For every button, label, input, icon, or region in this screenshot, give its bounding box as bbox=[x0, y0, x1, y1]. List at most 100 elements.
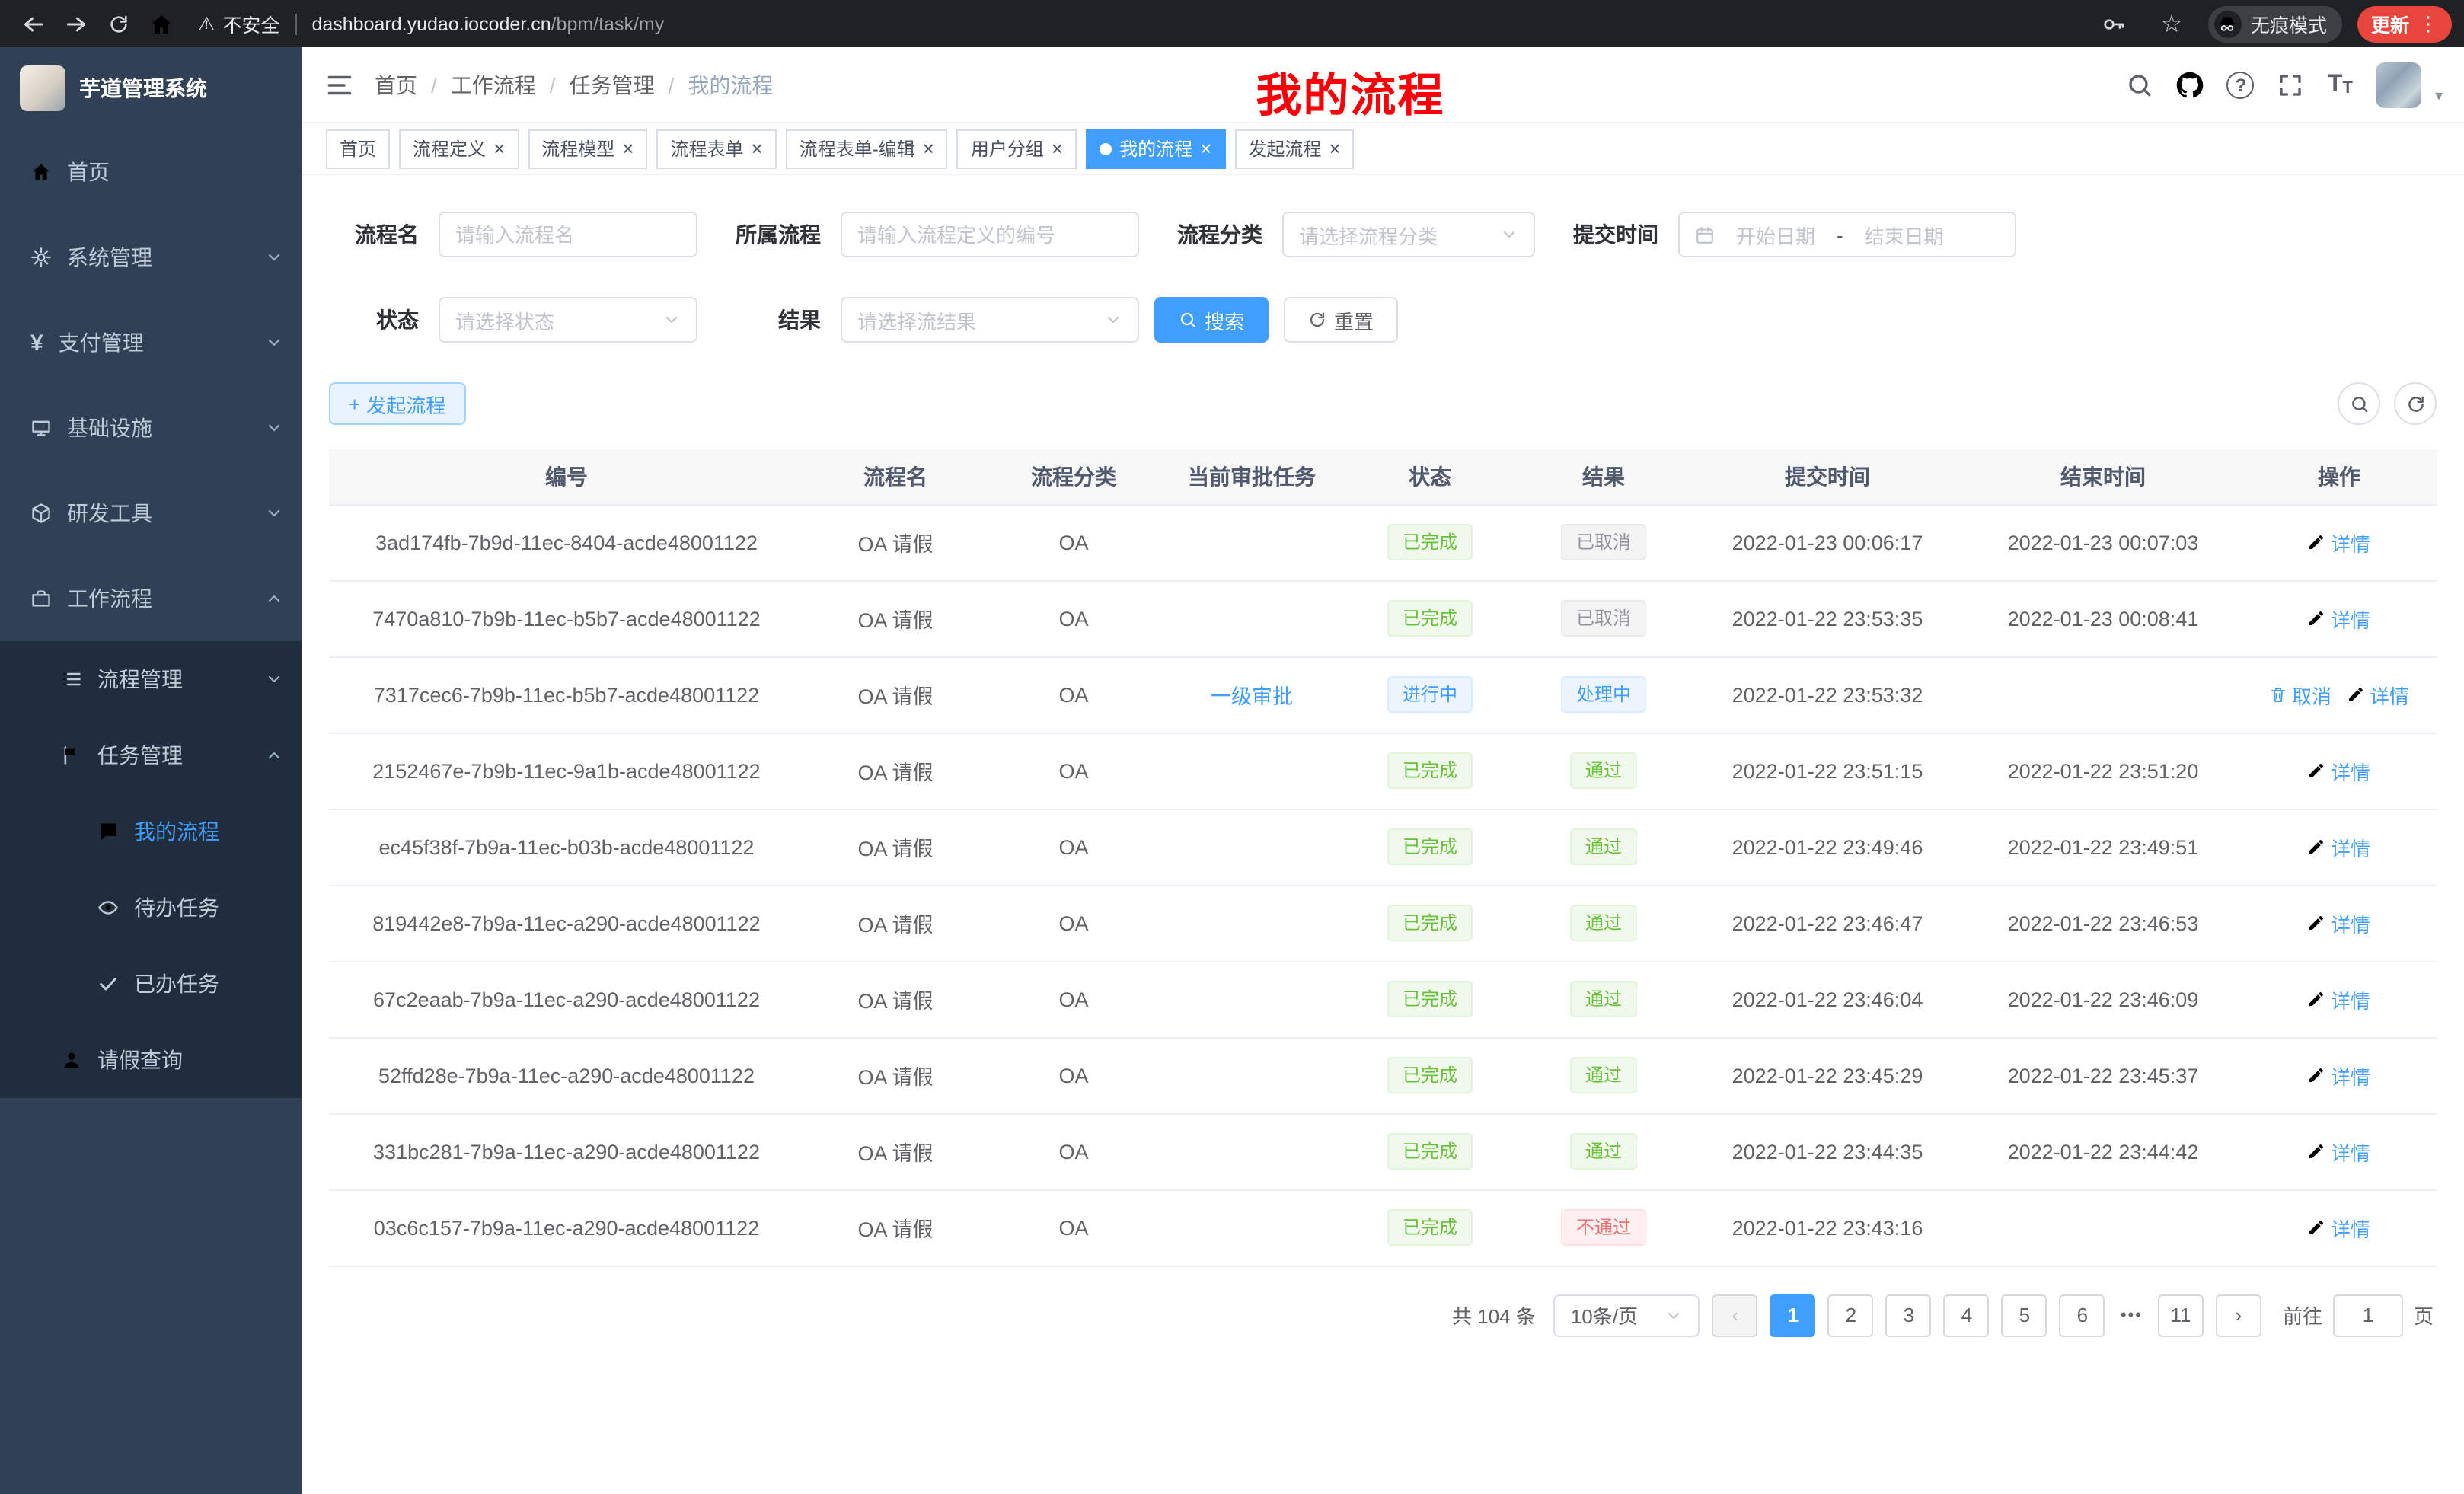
detail-link[interactable]: 详情 bbox=[2308, 756, 2370, 785]
security-indicator[interactable]: ⚠ 不安全 bbox=[198, 9, 279, 38]
breadcrumb-task-mgmt[interactable]: 任务管理 bbox=[570, 69, 655, 100]
current-task-link[interactable]: 一级审批 bbox=[1211, 685, 1293, 708]
browser-back-button[interactable] bbox=[12, 2, 55, 45]
fullscreen-icon[interactable] bbox=[2277, 71, 2305, 98]
incognito-icon bbox=[2214, 10, 2242, 37]
detail-link[interactable]: 详情 bbox=[2308, 1213, 2370, 1242]
tab-start-process[interactable]: 发起流程× bbox=[1234, 129, 1354, 168]
page-button-11[interactable]: 11 bbox=[2158, 1294, 2204, 1336]
sidebar-item-done-tasks[interactable]: 已办任务 bbox=[0, 946, 302, 1022]
sidebar-item-payment[interactable]: ¥ 支付管理 bbox=[0, 300, 302, 385]
status-select[interactable]: 请选择状态 bbox=[439, 297, 697, 343]
tab-home[interactable]: 首页 bbox=[326, 129, 390, 168]
browser-menu-icon[interactable]: ⋮ bbox=[2418, 11, 2438, 36]
bookmark-star-icon[interactable]: ☆ bbox=[2150, 2, 2193, 45]
cancel-link[interactable]: 取消 bbox=[2269, 680, 2332, 709]
tab-process-model[interactable]: 流程模型× bbox=[528, 129, 647, 168]
tab-my-process[interactable]: 我的流程× bbox=[1086, 129, 1225, 168]
search-icon[interactable] bbox=[2127, 71, 2154, 98]
detail-link[interactable]: 详情 bbox=[2308, 985, 2370, 1014]
tab-process-form[interactable]: 流程表单× bbox=[656, 129, 776, 168]
detail-link[interactable]: 详情 bbox=[2347, 680, 2409, 709]
sidebar-item-devtools[interactable]: 研发工具 bbox=[0, 471, 302, 556]
end-date-input[interactable]: 结束日期 bbox=[1856, 220, 1953, 249]
detail-link[interactable]: 详情 bbox=[2308, 1137, 2370, 1166]
password-key-icon[interactable] bbox=[2092, 2, 2135, 45]
goto-page-input[interactable] bbox=[2333, 1294, 2403, 1336]
page-button-5[interactable]: 5 bbox=[2002, 1294, 2047, 1336]
result-select[interactable]: 请选择流结果 bbox=[841, 297, 1139, 343]
browser-home-button[interactable] bbox=[140, 2, 183, 45]
browser-reload-button[interactable] bbox=[97, 2, 140, 45]
avatar-caret-icon[interactable]: ▾ bbox=[2435, 88, 2443, 107]
sidebar-item-todo-tasks[interactable]: 待办任务 bbox=[0, 870, 302, 946]
category-select[interactable]: 请选择流程分类 bbox=[1282, 212, 1535, 257]
detail-link[interactable]: 详情 bbox=[2308, 528, 2370, 557]
sidebar-item-task-mgmt[interactable]: 任务管理 bbox=[0, 717, 302, 793]
process-name-input[interactable] bbox=[439, 212, 697, 257]
reset-button[interactable]: 重置 bbox=[1284, 297, 1398, 343]
app-logo-row[interactable]: 芋道管理系统 bbox=[0, 47, 302, 129]
address-bar[interactable]: ⚠ 不安全 dashboard.yudao.iocoder.cn /bpm/ta… bbox=[198, 9, 2092, 38]
edit-icon bbox=[2308, 990, 2326, 1008]
page-button-3[interactable]: 3 bbox=[1886, 1294, 1932, 1336]
prev-page-button[interactable]: ‹ bbox=[1712, 1294, 1758, 1336]
breadcrumb-workflow[interactable]: 工作流程 bbox=[451, 69, 536, 100]
incognito-badge[interactable]: 无痕模式 bbox=[2208, 5, 2342, 42]
close-icon[interactable]: × bbox=[493, 139, 505, 158]
close-icon[interactable]: × bbox=[923, 139, 934, 158]
page-button-2[interactable]: 2 bbox=[1828, 1294, 1874, 1336]
goto-unit: 页 bbox=[2414, 1301, 2434, 1330]
cell-actions: 详情 bbox=[2242, 1113, 2437, 1189]
browser-update-button[interactable]: 更新 ⋮ bbox=[2357, 5, 2452, 42]
tab-process-form-edit[interactable]: 流程表单-编辑× bbox=[786, 129, 948, 168]
sidebar-item-infra[interactable]: 基础设施 bbox=[0, 385, 302, 471]
refresh-icon bbox=[1308, 311, 1326, 329]
result-tag: 通过 bbox=[1570, 1057, 1637, 1093]
edit-icon bbox=[2308, 838, 2326, 856]
sidebar-item-process-mgmt[interactable]: 流程管理 bbox=[0, 641, 302, 717]
cell-category: OA bbox=[987, 1037, 1160, 1113]
page-button-4[interactable]: 4 bbox=[1944, 1294, 1990, 1336]
font-size-icon[interactable]: TT bbox=[2328, 72, 2353, 97]
next-page-button[interactable]: › bbox=[2216, 1294, 2261, 1336]
detail-link[interactable]: 详情 bbox=[2308, 832, 2370, 861]
search-button[interactable]: 搜索 bbox=[1154, 297, 1269, 343]
process-def-input[interactable] bbox=[841, 212, 1139, 257]
tab-process-definition[interactable]: 流程定义× bbox=[399, 129, 519, 168]
close-icon[interactable]: × bbox=[622, 139, 634, 158]
page-size-select[interactable]: 10条/页 bbox=[1554, 1294, 1700, 1336]
sidebar-item-system[interactable]: 系统管理 bbox=[0, 215, 302, 300]
cell-result: 通过 bbox=[1517, 733, 1690, 809]
tab-user-group[interactable]: 用户分组× bbox=[957, 129, 1077, 168]
sidebar-item-home[interactable]: 首页 bbox=[0, 129, 302, 215]
detail-link[interactable]: 详情 bbox=[2308, 604, 2370, 633]
sidebar-item-my-process[interactable]: 我的流程 bbox=[0, 793, 302, 870]
github-icon[interactable] bbox=[2177, 71, 2204, 98]
sidebar-fold-button[interactable] bbox=[326, 71, 353, 98]
close-icon[interactable]: × bbox=[1200, 139, 1211, 158]
start-date-input[interactable]: 开始日期 bbox=[1727, 220, 1824, 249]
sidebar-item-leave-query[interactable]: 请假查询 bbox=[0, 1022, 302, 1098]
detail-link[interactable]: 详情 bbox=[2308, 1061, 2370, 1090]
more-pages-button[interactable]: ••• bbox=[2118, 1306, 2146, 1324]
page-button-1[interactable]: 1 bbox=[1770, 1294, 1816, 1336]
date-range-picker[interactable]: 开始日期 - 结束日期 bbox=[1678, 212, 2016, 257]
page-button-6[interactable]: 6 bbox=[2060, 1294, 2105, 1336]
cell-submit-time: 2022-01-22 23:43:16 bbox=[1690, 1189, 1964, 1266]
breadcrumb-home[interactable]: 首页 bbox=[375, 69, 417, 100]
detail-link[interactable]: 详情 bbox=[2308, 908, 2370, 937]
home-icon bbox=[30, 161, 52, 183]
close-icon[interactable]: × bbox=[1329, 139, 1340, 158]
close-icon[interactable]: × bbox=[752, 139, 763, 158]
help-icon[interactable]: ? bbox=[2227, 71, 2255, 98]
close-icon[interactable]: × bbox=[1052, 139, 1063, 158]
browser-forward-button[interactable] bbox=[55, 2, 97, 45]
show-search-button[interactable] bbox=[2338, 382, 2380, 425]
table-toolbar: + 发起流程 bbox=[302, 382, 2464, 425]
user-avatar[interactable] bbox=[2376, 62, 2421, 107]
refresh-table-button[interactable] bbox=[2394, 382, 2437, 425]
sidebar-item-workflow[interactable]: 工作流程 bbox=[0, 556, 302, 641]
create-process-button[interactable]: + 发起流程 bbox=[329, 382, 465, 425]
cell-submit-time: 2022-01-22 23:46:04 bbox=[1690, 961, 1964, 1037]
